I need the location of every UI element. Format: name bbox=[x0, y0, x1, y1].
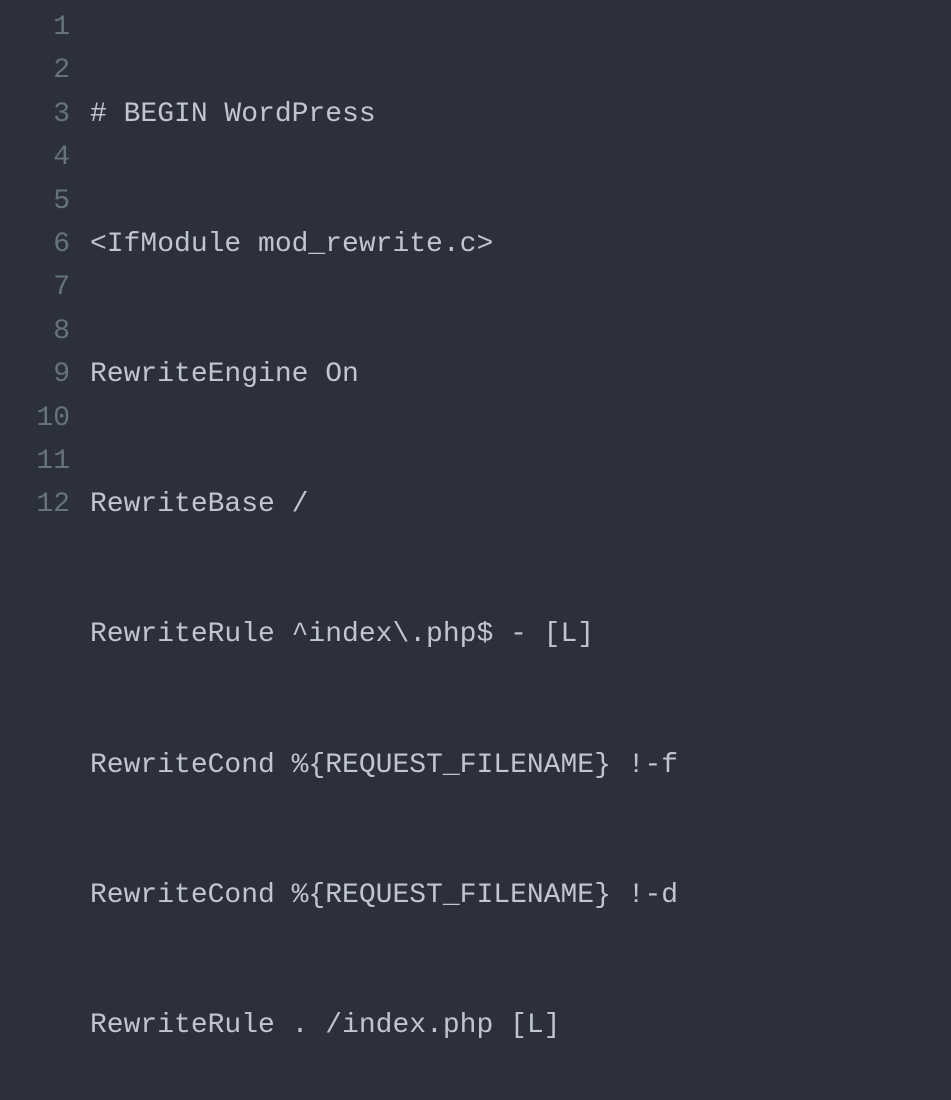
code-line[interactable]: RewriteCond %{REQUEST_FILENAME} !-d bbox=[90, 874, 951, 917]
code-content[interactable]: # BEGIN WordPress <IfModule mod_rewrite.… bbox=[90, 6, 951, 550]
code-line[interactable]: RewriteCond %{REQUEST_FILENAME} !-f bbox=[90, 744, 951, 787]
code-line[interactable]: # BEGIN WordPress bbox=[90, 93, 951, 136]
line-number: 11 bbox=[0, 440, 70, 483]
line-number: 2 bbox=[0, 49, 70, 92]
code-line[interactable]: RewriteEngine On bbox=[90, 353, 951, 396]
line-number: 12 bbox=[0, 483, 70, 526]
code-line[interactable]: RewriteBase / bbox=[90, 483, 951, 526]
line-number: 5 bbox=[0, 180, 70, 223]
line-number: 8 bbox=[0, 310, 70, 353]
code-editor[interactable]: 1 2 3 4 5 6 7 8 9 10 11 12 # BEGIN WordP… bbox=[0, 6, 951, 550]
line-number: 9 bbox=[0, 353, 70, 396]
code-line[interactable]: RewriteRule . /index.php [L] bbox=[90, 1004, 951, 1047]
line-number: 3 bbox=[0, 93, 70, 136]
line-number: 7 bbox=[0, 266, 70, 309]
line-number: 6 bbox=[0, 223, 70, 266]
line-number: 10 bbox=[0, 397, 70, 440]
line-number-gutter: 1 2 3 4 5 6 7 8 9 10 11 12 bbox=[0, 6, 90, 550]
code-line[interactable]: <IfModule mod_rewrite.c> bbox=[90, 223, 951, 266]
line-number: 4 bbox=[0, 136, 70, 179]
line-number: 1 bbox=[0, 6, 70, 49]
code-line[interactable]: RewriteRule ^index\.php$ - [L] bbox=[90, 613, 951, 656]
